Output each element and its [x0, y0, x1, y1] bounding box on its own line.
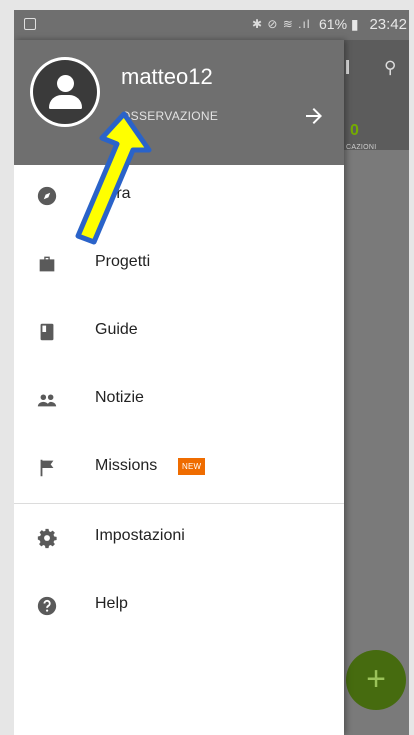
menu-item-label: Progetti: [95, 253, 151, 270]
avatar-icon: [33, 60, 97, 124]
book-icon: [40, 323, 54, 341]
menu-item-settings[interactable]: Impostazioni: [14, 509, 344, 565]
app-screen: ✱ ⊘ ≋ .ıl 61% ▮ 23:42 ⚲ 0 CAZIONI + matt…: [14, 10, 409, 735]
menu-item-help[interactable]: Help: [14, 577, 344, 633]
compass-icon: [37, 186, 57, 206]
observations-count-label: CAZIONI: [346, 144, 377, 151]
background-app[interactable]: ⚲ 0 CAZIONI +: [344, 40, 409, 735]
search-icon[interactable]: ⚲: [384, 58, 396, 78]
menu-item-guides[interactable]: Guide: [14, 303, 344, 359]
status-time: 23:42: [369, 16, 407, 33]
menu-divider: [14, 503, 344, 504]
avatar[interactable]: [30, 57, 100, 127]
menu-item-label: Missions: [95, 457, 158, 474]
menu-item-projects[interactable]: Progetti: [14, 235, 344, 291]
battery-indicator: 61% ▮: [319, 16, 359, 32]
menu-item-label: Impostazioni: [95, 527, 185, 544]
observations-count: 0: [350, 122, 359, 139]
menu-item-news[interactable]: Notizie: [14, 371, 344, 427]
briefcase-icon: [39, 256, 55, 272]
drawer-header: matteo12 OSSERVAZIONE: [14, 40, 344, 165]
status-icons: ✱ ⊘ ≋ .ıl: [252, 17, 311, 31]
observations-label[interactable]: OSSERVAZIONE: [121, 109, 218, 123]
flag-icon: [40, 459, 54, 477]
people-icon: [37, 394, 57, 407]
status-bar: ✱ ⊘ ≋ .ıl 61% ▮ 23:42: [14, 10, 409, 40]
more-icon[interactable]: [346, 60, 352, 74]
menu-item-explore[interactable]: plora: [14, 167, 344, 223]
menu-item-label: plora: [95, 185, 131, 202]
navigation-drawer: matteo12 OSSERVAZIONE plora Progetti Gui…: [14, 40, 344, 735]
menu-item-label: Guide: [95, 321, 138, 338]
menu-item-missions[interactable]: Missions NEW: [14, 439, 344, 495]
username[interactable]: matteo12: [121, 64, 213, 90]
add-observation-button[interactable]: +: [346, 650, 406, 710]
gear-icon: [37, 528, 57, 549]
new-badge: NEW: [178, 458, 206, 475]
sim-icon: [24, 18, 36, 30]
background-toolbar: ⚲ 0 CAZIONI: [344, 40, 409, 151]
help-icon: [37, 596, 57, 616]
menu-item-label: Notizie: [95, 389, 144, 406]
menu-item-label: Help: [95, 595, 128, 612]
arrow-right-icon[interactable]: [302, 104, 326, 128]
